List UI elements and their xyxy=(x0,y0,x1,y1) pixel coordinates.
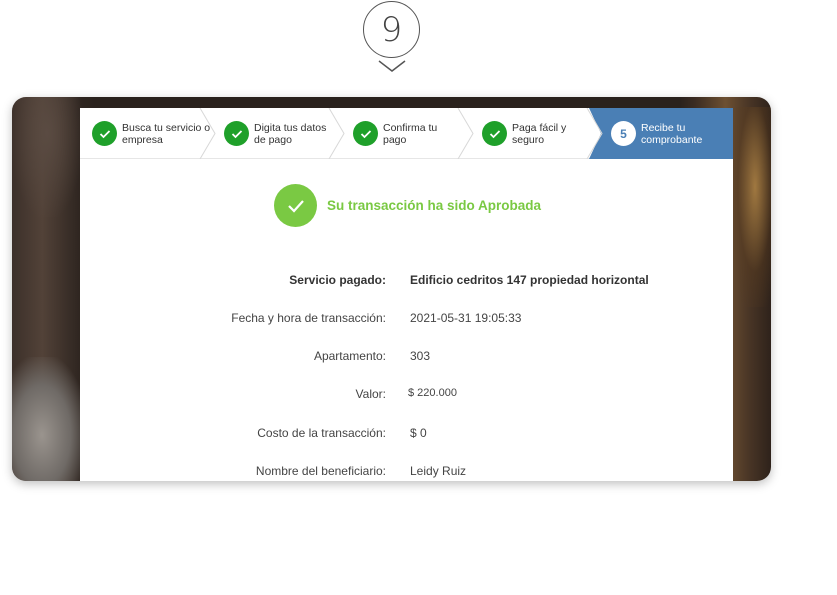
status-message: Su transacción ha sido Aprobada xyxy=(327,198,542,213)
payment-receipt-panel: 5 Recibe tu comprobante Busca tu servici… xyxy=(80,108,733,481)
step-4: Paga fácil y seguro xyxy=(482,108,577,159)
detail-row: Servicio pagado: Edificio cedritos 147 p… xyxy=(80,273,733,293)
detail-label: Apartamento: xyxy=(313,349,386,363)
detail-value: 303 xyxy=(410,349,431,363)
detail-label: Fecha y hora de transacción: xyxy=(231,311,386,325)
detail-row: Fecha y hora de transacción: 2021-05-31 … xyxy=(80,311,733,331)
detail-row: Nombre del beneficiario: Leidy Ruiz xyxy=(80,464,733,481)
chevron-down-icon xyxy=(378,60,406,72)
check-icon xyxy=(482,121,507,146)
detail-row: Costo de la transacción: $ 0 xyxy=(80,426,733,446)
detail-label: Servicio pagado: xyxy=(289,273,386,287)
check-icon xyxy=(224,121,249,146)
detail-value: Leidy Ruiz xyxy=(410,464,467,478)
step-number: 9 xyxy=(380,9,403,50)
step-number-badge: 9 xyxy=(363,1,420,58)
detail-label: Valor: xyxy=(355,387,386,401)
screenshot-frame: 5 Recibe tu comprobante Busca tu servici… xyxy=(12,97,771,481)
step-4-label: Paga fácil y seguro xyxy=(512,121,567,146)
progress-stepper: 5 Recibe tu comprobante Busca tu servici… xyxy=(80,108,733,159)
detail-row: Apartamento: 303 xyxy=(80,349,733,369)
detail-label: Nombre del beneficiario: xyxy=(255,464,386,478)
detail-value: 2021-05-31 19:05:33 xyxy=(410,311,522,325)
step-3-label: Confirma tu pago xyxy=(383,121,438,146)
background-photo xyxy=(12,97,82,217)
step-1-label: Busca tu servicio o empresa xyxy=(122,121,211,146)
step-1: Busca tu servicio o empresa xyxy=(92,108,212,159)
check-icon xyxy=(92,121,117,146)
detail-value: $ 220.000 xyxy=(408,387,457,399)
approval-status: Su transacción ha sido Aprobada xyxy=(274,184,541,227)
background-photo-right xyxy=(731,107,771,307)
step-3: Confirma tu pago xyxy=(353,108,448,159)
detail-value: $ 0 xyxy=(410,426,427,440)
step-2: Digita tus datos de pago xyxy=(224,108,329,159)
detail-label: Costo de la transacción: xyxy=(257,426,386,440)
detail-value: Edificio cedritos 147 propiedad horizont… xyxy=(410,273,649,287)
check-circle-icon xyxy=(274,184,317,227)
background-photo-left xyxy=(12,357,87,481)
step-2-label: Digita tus datos de pago xyxy=(254,121,327,146)
check-icon xyxy=(353,121,378,146)
detail-row: Valor: $ 220.000 xyxy=(80,387,733,407)
